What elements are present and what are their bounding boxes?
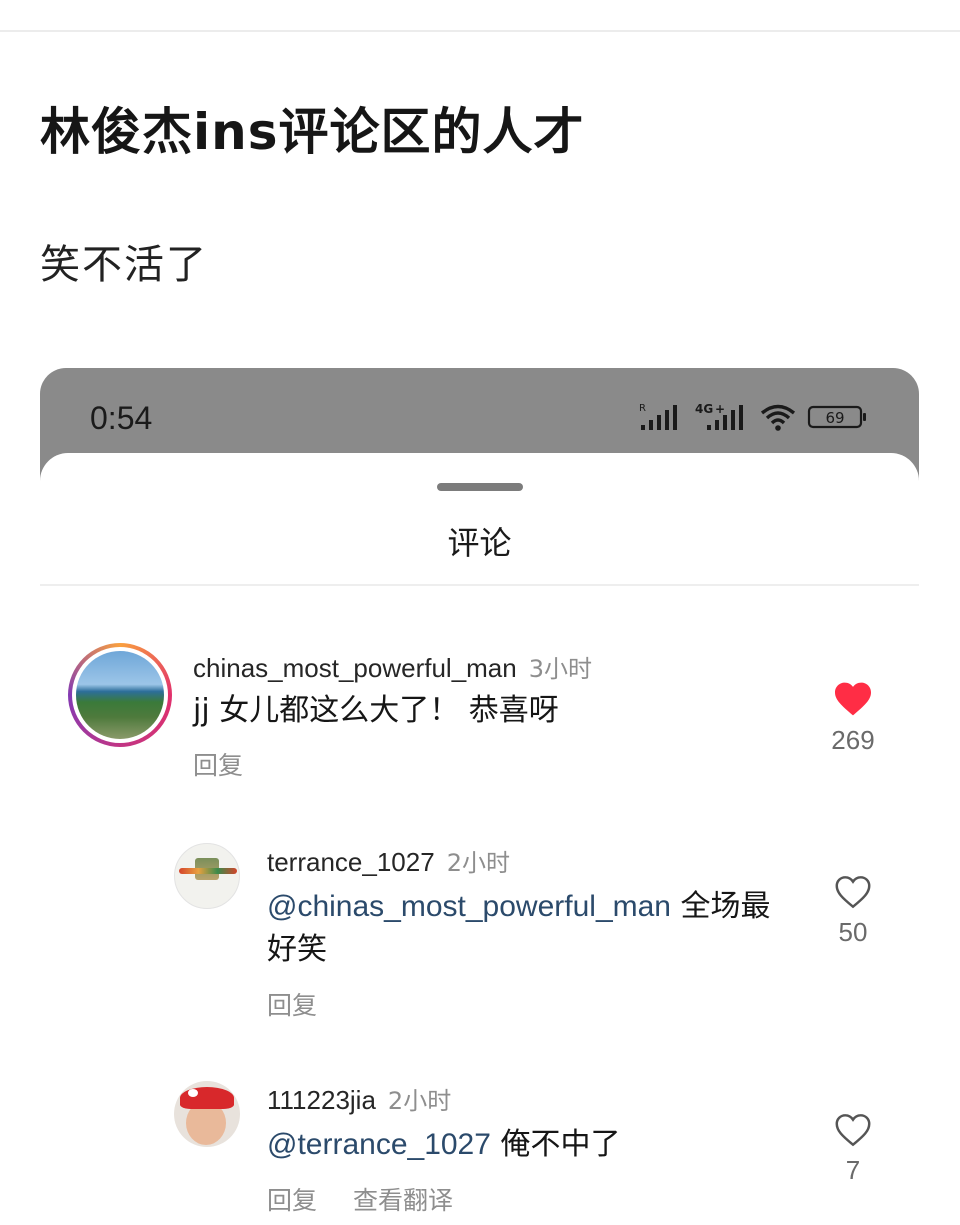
comment-username[interactable]: chinas_most_powerful_man 3小时 xyxy=(193,649,592,684)
network-label: 4G xyxy=(695,402,713,416)
sheet-drag-handle[interactable] xyxy=(437,483,523,491)
status-icons: R 4G + 69 xyxy=(639,402,869,432)
comments-sheet: 评论 chinas_most_powerful_man 3小时 jj 女儿都这么大… xyxy=(40,453,919,1225)
comment-actions: 回复 查看翻译 xyxy=(267,1181,453,1217)
battery-level: 69 xyxy=(825,409,844,427)
heart-filled-icon xyxy=(835,682,871,716)
comment-time: 2小时 xyxy=(387,1087,452,1115)
heart-outline-icon xyxy=(835,1114,871,1147)
avatar-beach-photo xyxy=(76,651,164,739)
avatar[interactable] xyxy=(174,843,240,909)
like-button[interactable]: 269 xyxy=(823,681,883,756)
top-divider xyxy=(0,30,960,32)
status-time: 0:54 xyxy=(90,400,153,436)
mention-link[interactable]: @chinas_most_powerful_man xyxy=(267,890,671,923)
avatar[interactable] xyxy=(174,1081,240,1147)
like-count: 269 xyxy=(831,725,875,755)
like-count: 50 xyxy=(838,917,868,947)
sheet-title: 评论 xyxy=(447,524,512,562)
translate-button[interactable]: 查看翻译 xyxy=(353,1186,453,1215)
post-title: 林俊杰ins评论区的人才 xyxy=(40,103,585,161)
sheet-divider xyxy=(40,584,919,586)
roaming-label: R xyxy=(639,403,646,414)
comment-time: 3小时 xyxy=(528,655,593,683)
wifi-icon xyxy=(760,404,796,431)
avatar[interactable] xyxy=(68,643,172,747)
battery-icon: 69 xyxy=(807,405,866,429)
signal-icon: R xyxy=(639,403,677,430)
comment-text: @chinas_most_powerful_man 全场最好笑 xyxy=(267,889,771,967)
comment-username[interactable]: 111223jia 2小时 xyxy=(267,1081,451,1116)
comment-text: @terrance_1027 俺不中了 xyxy=(267,1127,621,1162)
reply-button[interactable]: 回复 xyxy=(193,751,243,780)
mention-link[interactable]: @terrance_1027 xyxy=(267,1128,491,1161)
comment-time: 2小时 xyxy=(446,849,510,877)
like-button[interactable]: 7 xyxy=(823,1113,883,1186)
signal-4g-icon: 4G + xyxy=(695,402,743,430)
svg-text:+: + xyxy=(715,402,725,416)
reply-button[interactable]: 回复 xyxy=(267,991,317,1020)
comment-username[interactable]: terrance_1027 2小时 xyxy=(267,843,510,878)
heart-outline-icon xyxy=(835,876,871,909)
like-count: 7 xyxy=(845,1155,861,1185)
comment-actions: 回复 xyxy=(193,746,243,782)
comment-text: jj 女儿都这么大了！ 恭喜呀 xyxy=(193,693,559,728)
reply-button[interactable]: 回复 xyxy=(267,1186,317,1215)
embedded-screenshot: 0:54 R 4G + 69 评论 chinas_most_powerful_m… xyxy=(40,368,919,1225)
post-body: 笑不活了 xyxy=(40,242,208,288)
comment-actions: 回复 xyxy=(267,986,317,1022)
like-button[interactable]: 50 xyxy=(823,875,883,948)
